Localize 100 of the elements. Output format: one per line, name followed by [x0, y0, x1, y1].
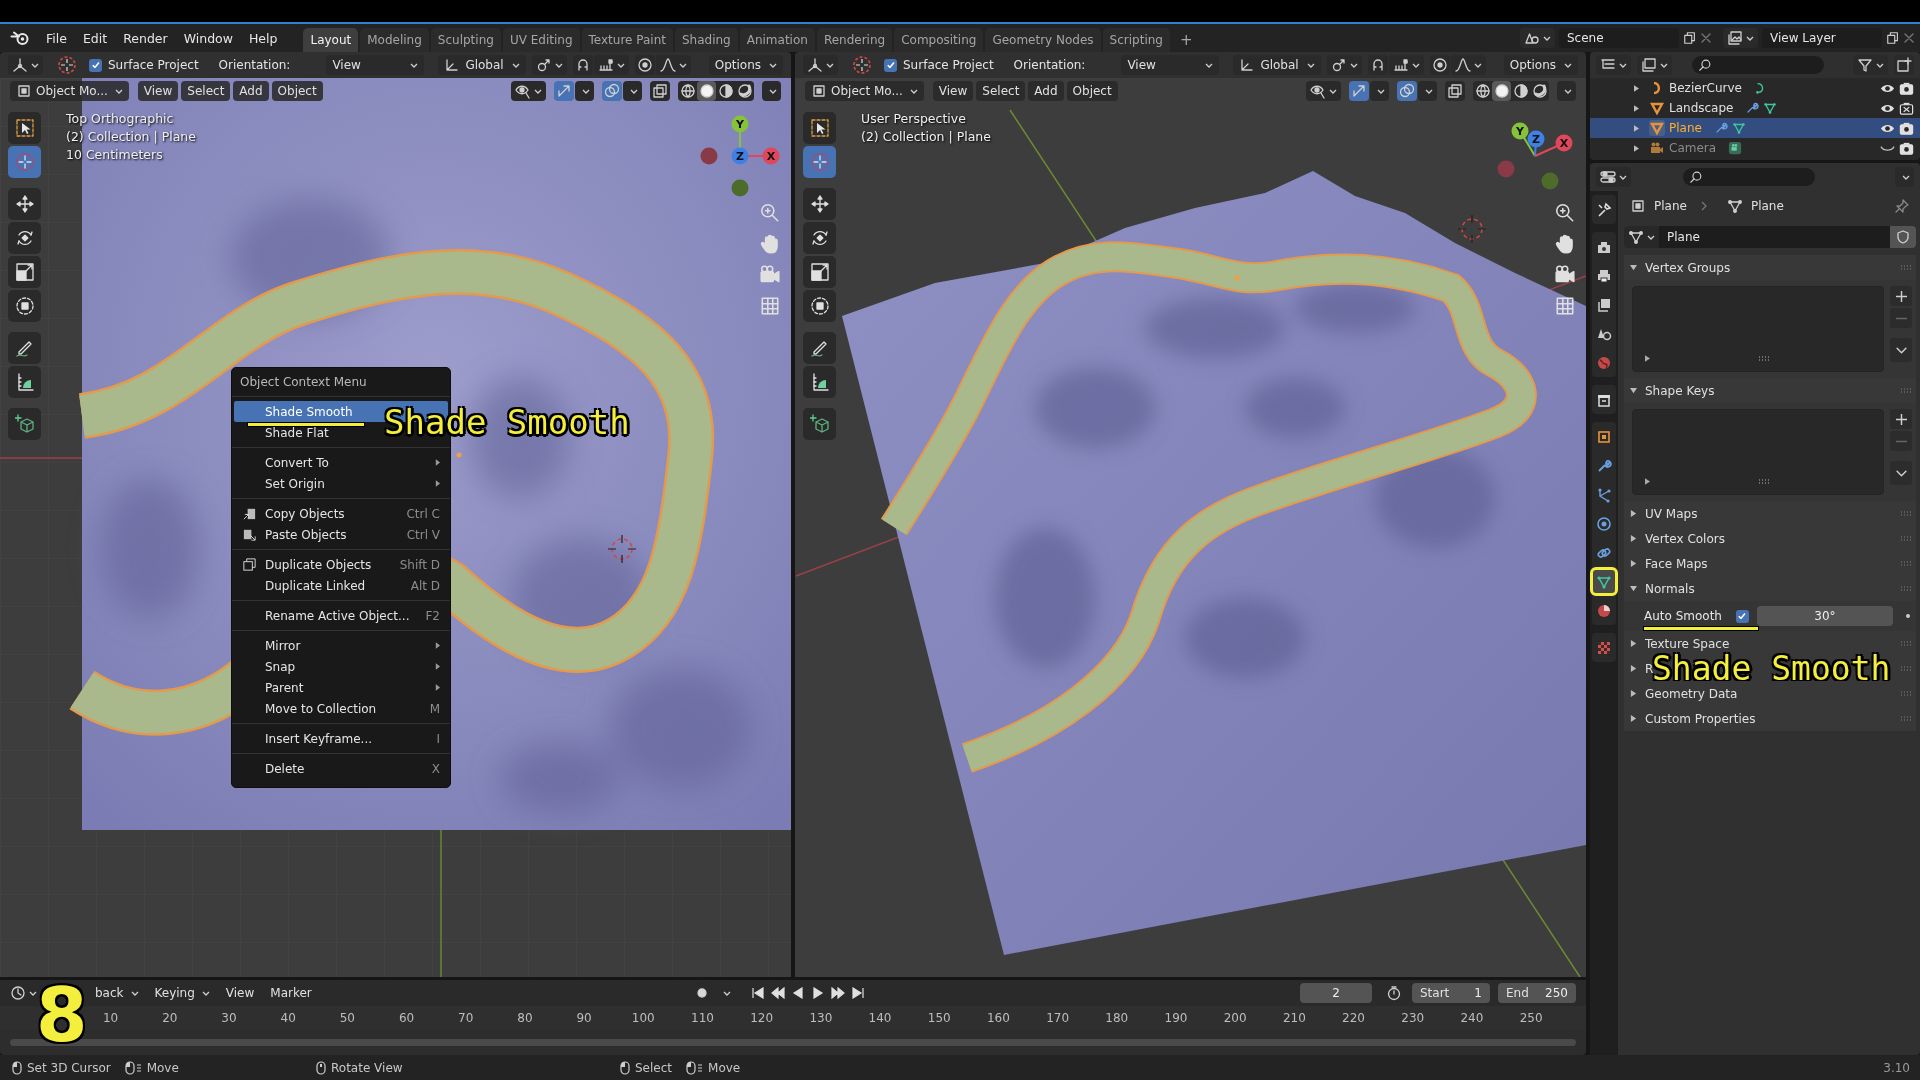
shading-mode-button[interactable] [1492, 81, 1511, 101]
proportional-editing-toggle[interactable] [1429, 55, 1450, 75]
drag-handle-icon[interactable] [1900, 665, 1912, 672]
expand-arrow-icon[interactable] [1634, 124, 1639, 132]
negative-y-axis-handle[interactable] [731, 179, 749, 197]
workspace-tab[interactable]: Texture Paint [581, 28, 673, 52]
filter-dropdown[interactable] [1853, 55, 1888, 75]
snap-toggle[interactable] [1367, 55, 1388, 75]
jump-to-start-icon[interactable] [751, 987, 766, 999]
z-axis-handle[interactable]: Z [731, 147, 749, 165]
visibility-dropdown[interactable] [1306, 81, 1341, 101]
falloff-dropdown[interactable] [655, 55, 691, 75]
new-collection-button[interactable] [1894, 55, 1914, 75]
menu-item[interactable]: Set Origin [234, 473, 448, 494]
tool-button[interactable] [803, 290, 836, 322]
options-dropdown[interactable] [1895, 167, 1914, 187]
close-icon[interactable] [1904, 33, 1914, 43]
display-mode-dropdown[interactable] [1596, 55, 1631, 75]
outliner-row[interactable]: Plane [1590, 118, 1920, 138]
panel-header[interactable]: Vertex Colors [1624, 526, 1916, 551]
tool-button[interactable] [8, 332, 41, 364]
expand-arrow-icon[interactable] [1634, 144, 1639, 152]
previous-keyframe-icon[interactable] [771, 987, 786, 999]
snap-toggle[interactable] [572, 55, 593, 75]
workspace-tab[interactable]: Rendering [816, 28, 893, 52]
workspace-tab[interactable]: Shading [674, 28, 738, 52]
caret-icon[interactable] [723, 990, 732, 996]
menu-item[interactable]: Render [115, 27, 176, 49]
workspace-tab[interactable]: Geometry Nodes [985, 28, 1101, 52]
view-layer-filter-dropdown[interactable] [1637, 55, 1672, 75]
outliner-row[interactable]: BezierCurve [1590, 78, 1920, 98]
pin-icon[interactable] [1894, 198, 1910, 214]
options-dropdown[interactable]: Options [708, 55, 783, 75]
search-field[interactable] [1683, 168, 1815, 186]
menu-item[interactable]: Duplicate Objects Shift D [234, 554, 448, 575]
menu-item[interactable]: Convert To [234, 452, 448, 473]
crosshair-icon[interactable] [57, 55, 77, 75]
gizmo-toggle[interactable] [1349, 81, 1369, 101]
search-field[interactable] [1692, 56, 1824, 74]
drag-handle-icon[interactable] [1900, 510, 1912, 517]
visibility-dropdown[interactable] [511, 81, 546, 101]
panel-header[interactable]: Face Maps [1624, 551, 1916, 576]
drag-handle-icon[interactable] [1900, 387, 1912, 394]
drag-handle-icon[interactable] [1900, 585, 1912, 592]
editor-type-button[interactable] [1596, 167, 1631, 187]
menu-item[interactable]: Move to Collection M [234, 698, 448, 719]
crosshair-icon[interactable] [852, 55, 872, 75]
tool-button[interactable] [8, 256, 41, 288]
camera-icon[interactable] [1899, 120, 1914, 136]
current-frame-field[interactable]: 2 [1300, 983, 1372, 1003]
panel-header[interactable]: Vertex Groups [1624, 255, 1916, 280]
menu-item[interactable]: Paste Objects Ctrl V [234, 524, 448, 545]
gizmo-options-dropdown[interactable] [575, 81, 594, 101]
checkbox[interactable] [884, 58, 897, 72]
snap-target-dropdown[interactable] [1388, 55, 1424, 75]
menu-item[interactable]: Parent [234, 677, 448, 698]
expand-arrow-icon[interactable] [1645, 355, 1650, 362]
tool-button[interactable] [803, 332, 836, 364]
camera-icon[interactable] [1899, 140, 1914, 156]
header-menu[interactable]: Add [233, 81, 269, 101]
transform-orientation-dropdown[interactable]: Global [1233, 55, 1321, 75]
tool-button[interactable] [8, 366, 41, 398]
header-menu[interactable]: Select [181, 81, 231, 101]
header-menu[interactable]: Object [1066, 81, 1118, 101]
negative-y-axis-handle[interactable] [1541, 172, 1559, 190]
resize-grip-icon[interactable] [1758, 479, 1770, 485]
curve-band[interactable] [880, 241, 1536, 773]
panel-header[interactable]: Geometry Data [1624, 681, 1916, 706]
tool-button[interactable] [8, 188, 41, 220]
pivot-point-dropdown[interactable] [1326, 55, 1362, 75]
workspace-tab[interactable]: Animation [739, 28, 815, 52]
tool-button[interactable] [803, 188, 836, 220]
orientation-dropdown[interactable]: View [326, 55, 425, 75]
drag-handle-icon[interactable] [1900, 715, 1912, 722]
start-frame-field[interactable]: Start 1 [1412, 983, 1490, 1003]
end-frame-field[interactable]: End 250 [1498, 983, 1576, 1003]
checkbox[interactable] [1736, 609, 1749, 623]
tool-button[interactable] [803, 112, 836, 144]
outliner-row[interactable]: Camera [1590, 138, 1920, 158]
transform-orientation-dropdown[interactable]: Global [438, 55, 526, 75]
hand-icon[interactable] [1554, 233, 1576, 255]
resize-grip-icon[interactable] [1758, 356, 1770, 362]
view-layer-field[interactable]: View Layer [1762, 28, 1882, 48]
negative-x-axis-handle[interactable] [700, 147, 718, 165]
outliner-row[interactable]: Landscape [1590, 98, 1920, 118]
logo-icon[interactable] [10, 30, 30, 46]
panel-header[interactable]: Shape Keys [1624, 378, 1916, 403]
view-layer-browse-button[interactable] [1723, 28, 1758, 48]
header-menu[interactable]: Add [1028, 81, 1064, 101]
menu-item[interactable]: Duplicate Linked Alt D [234, 575, 448, 596]
angle-field[interactable]: 30° [1757, 606, 1893, 626]
overlay-options-dropdown[interactable] [623, 81, 642, 101]
menu-item[interactable]: Snap [234, 656, 448, 677]
tool-button[interactable] [803, 256, 836, 288]
keyframe-dot-icon[interactable] [1905, 613, 1911, 619]
shading-options-dropdown[interactable] [762, 81, 781, 101]
expand-arrow-icon[interactable] [1645, 478, 1650, 485]
workspace-tab[interactable]: Sculpting [430, 28, 501, 52]
play-reverse-icon[interactable] [791, 987, 806, 999]
panel-header[interactable]: Normals [1624, 576, 1916, 601]
